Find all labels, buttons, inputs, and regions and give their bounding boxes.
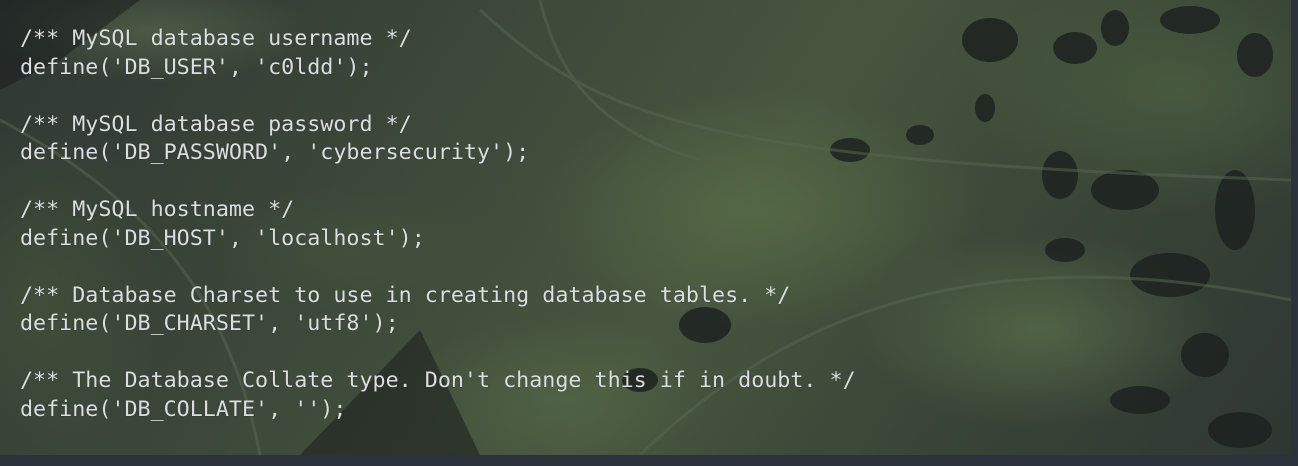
code-comment-charset: /** Database Charset to use in creating … xyxy=(20,282,791,308)
code-define-db-host: define('DB_HOST', 'localhost'); xyxy=(20,225,425,251)
terminal-window: /** MySQL database username */ define('DB… xyxy=(0,0,1291,455)
window-right-edge xyxy=(1291,0,1298,455)
code-comment-collate: /** The Database Collate type. Don't cha… xyxy=(20,368,856,393)
code-comment-password: /** MySQL database password */ xyxy=(20,111,412,137)
config-code-block: /** MySQL database username */ define('DB… xyxy=(20,25,856,424)
code-define-db-collate: define('DB_COLLATE', ''); xyxy=(20,396,347,422)
window-bottom-edge xyxy=(0,455,1298,466)
code-define-db-password: define('DB_PASSWORD', 'cybersecurity'); xyxy=(20,140,530,165)
code-define-db-charset: define('DB_CHARSET', 'utf8'); xyxy=(20,311,399,336)
code-define-db-user: define('DB_USER', 'c0ldd'); xyxy=(20,54,373,80)
code-comment-hostname: /** MySQL hostname */ xyxy=(20,197,295,222)
code-comment-username: /** MySQL database username */ xyxy=(20,26,412,51)
